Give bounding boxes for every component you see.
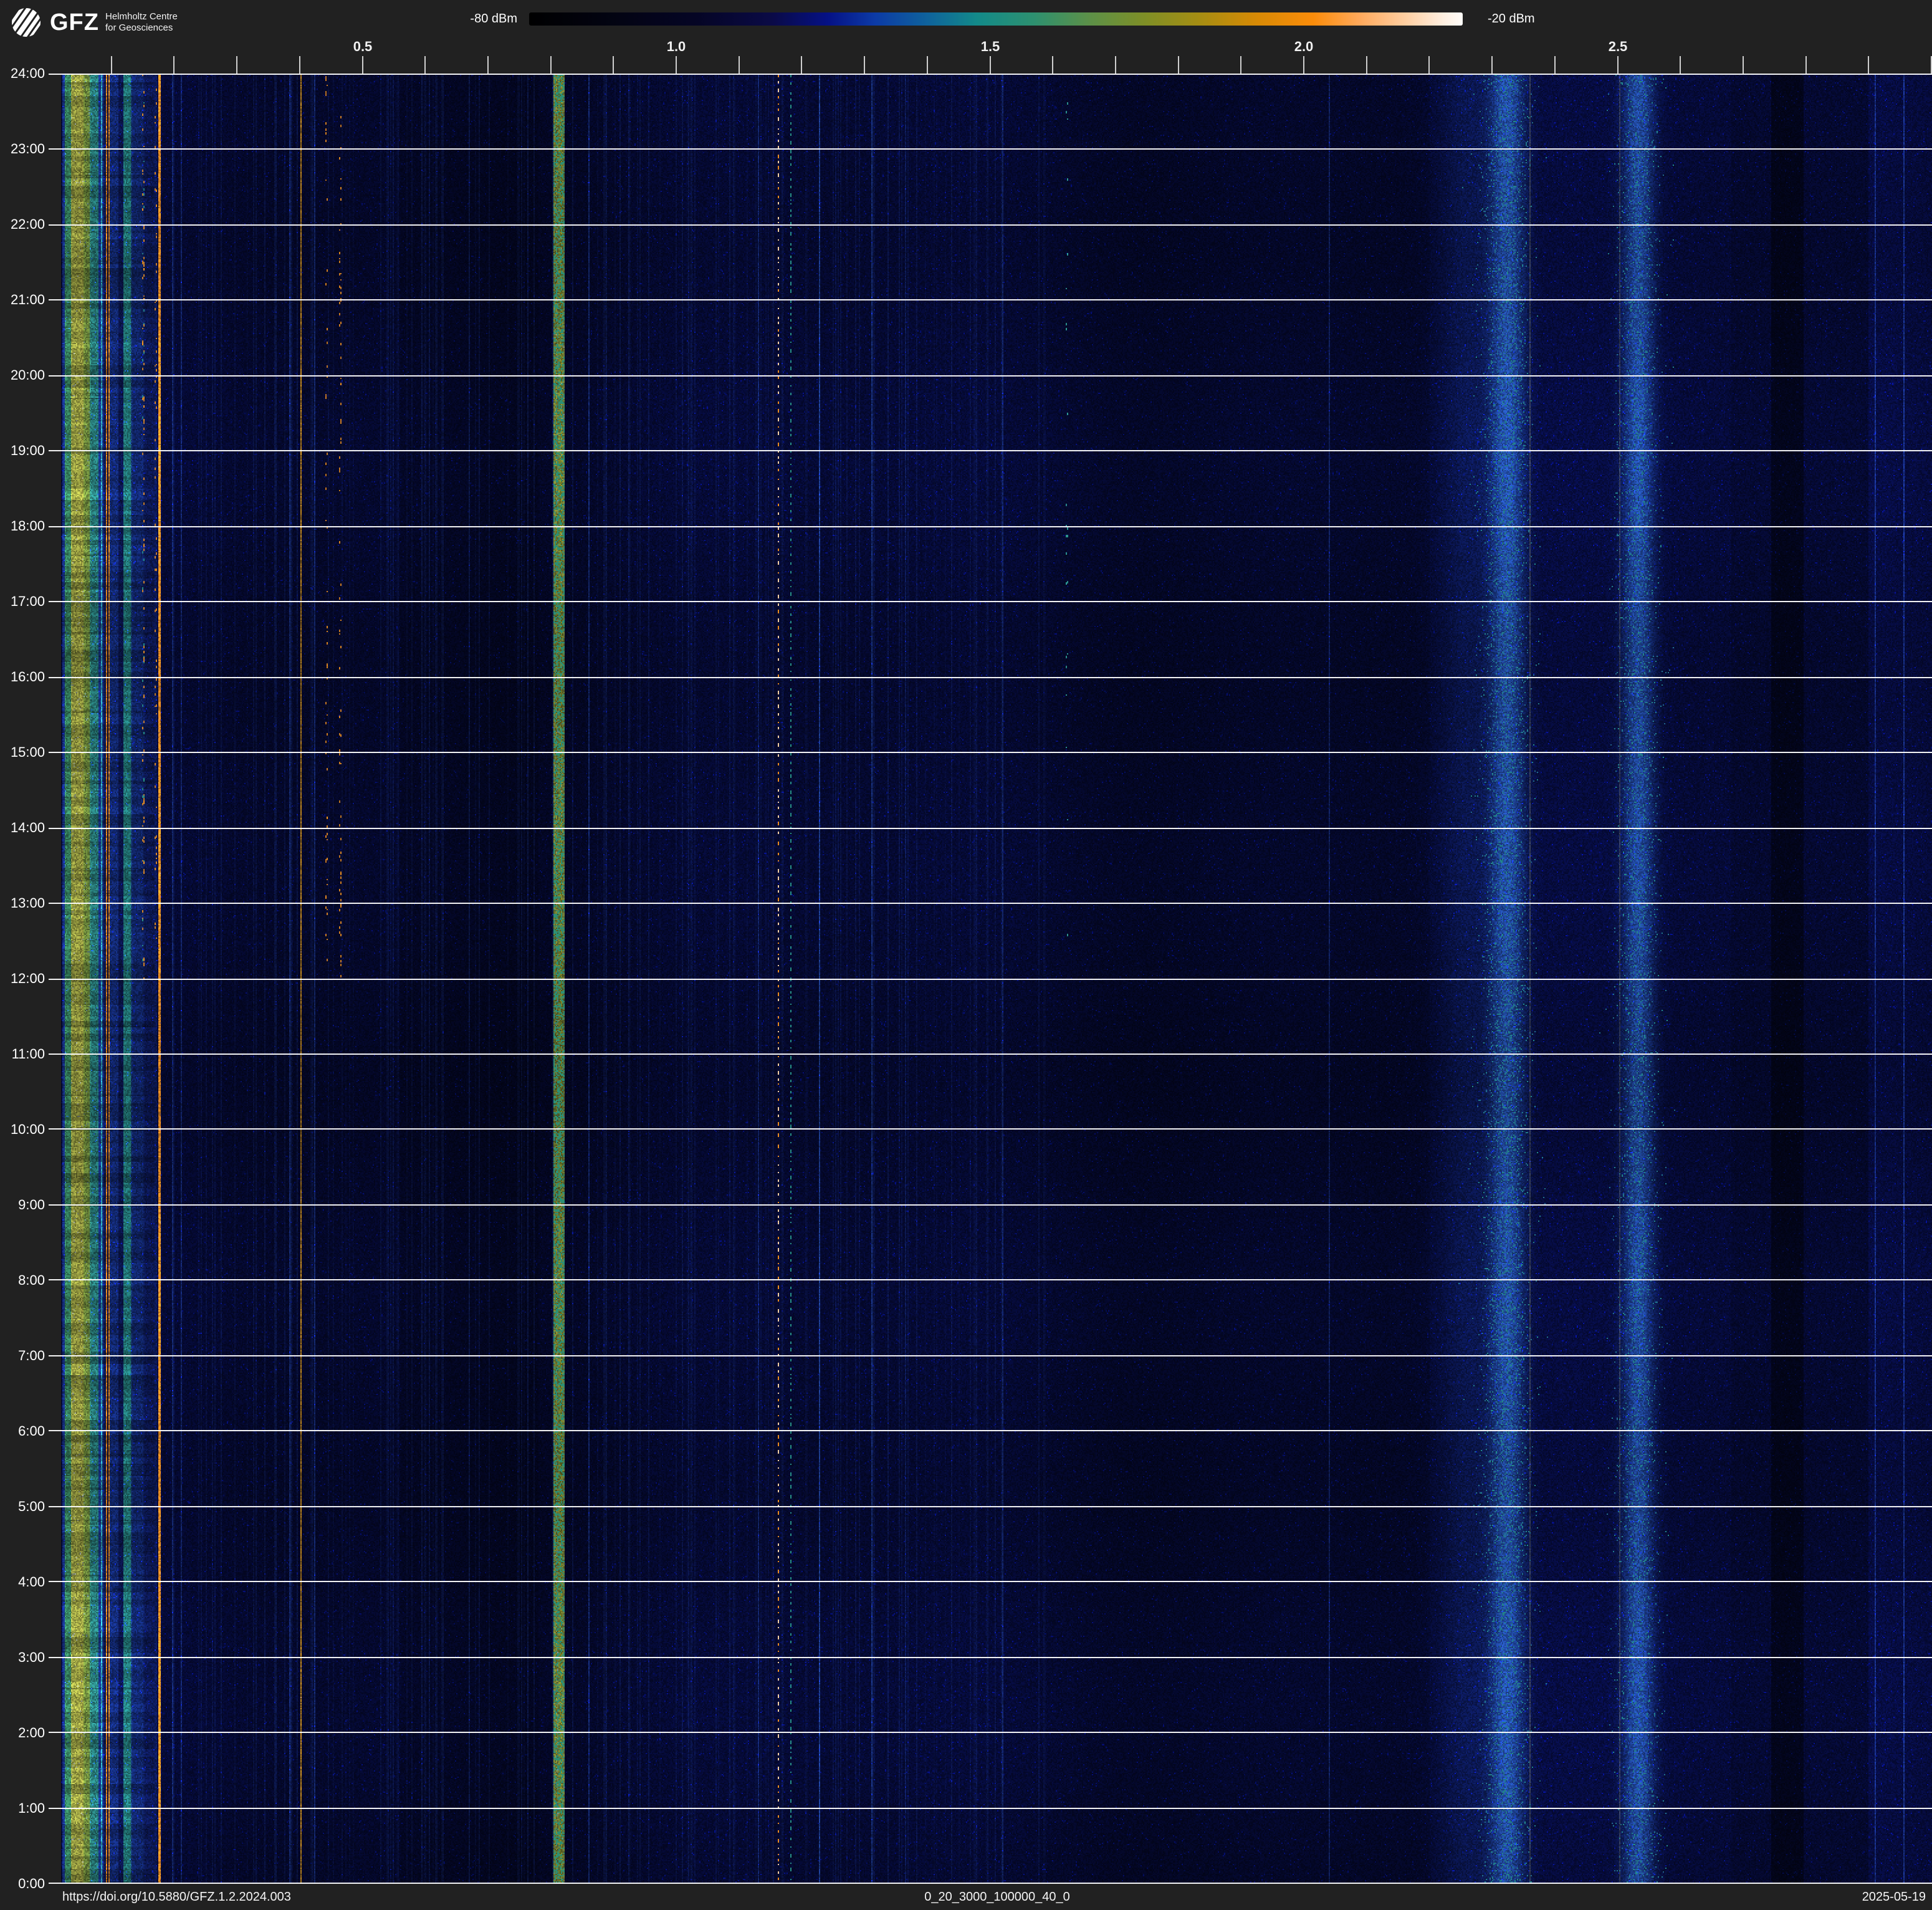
logo-subtitle: Helmholtz Centre for Geosciences — [105, 11, 178, 34]
measurement-parameters: 0_20_3000_100000_40_0 — [924, 1889, 1070, 1905]
y-axis-label: 2:00 — [0, 1725, 45, 1740]
y-axis-label: 14:00 — [0, 820, 45, 835]
logo-subtitle-line2: for Geosciences — [105, 22, 178, 34]
x-axis-tick — [613, 56, 614, 74]
gfz-logo: GFZ Helmholtz Centre for Geosciences — [11, 5, 178, 40]
x-axis-tick — [550, 56, 552, 74]
y-axis-label: 3:00 — [0, 1650, 45, 1665]
colorbar-max-label: -20 dBm — [1488, 12, 1612, 26]
y-axis-label: 18:00 — [0, 519, 45, 534]
y-axis-label: 1:00 — [0, 1801, 45, 1816]
spectrogram-canvas — [49, 74, 1932, 1884]
y-axis-label: 16:00 — [0, 669, 45, 684]
y-axis-label: 4:00 — [0, 1575, 45, 1590]
y-axis-label: 21:00 — [0, 292, 45, 307]
y-axis-label: 17:00 — [0, 594, 45, 609]
x-axis-label: 2.5 — [1593, 39, 1643, 55]
x-axis-tick — [1491, 56, 1493, 74]
x-axis-tick — [676, 56, 677, 74]
y-axis-label: 22:00 — [0, 217, 45, 232]
x-axis-tick — [362, 56, 363, 74]
doi-link[interactable]: https://doi.org/10.5880/GFZ.1.2.2024.003 — [62, 1889, 291, 1905]
x-axis-tick — [801, 56, 802, 74]
y-axis-label: 8:00 — [0, 1273, 45, 1288]
x-axis-tick — [739, 56, 740, 74]
spectrogram-page: GFZ Helmholtz Centre for Geosciences -80… — [0, 0, 1932, 1910]
x-axis-tick — [1178, 56, 1179, 74]
x-axis-tick — [487, 56, 489, 74]
gfz-logo-icon — [11, 7, 41, 37]
y-axis-label: 6:00 — [0, 1424, 45, 1439]
x-axis-tick — [299, 56, 300, 74]
x-axis-tick — [1805, 56, 1807, 74]
x-axis-tick — [1868, 56, 1869, 74]
x-axis-tick — [864, 56, 865, 74]
colorbar-min-label: -80 dBm — [399, 12, 517, 26]
x-axis-tick — [236, 56, 237, 74]
x-axis-tick — [1052, 56, 1053, 74]
x-axis-label: 1.0 — [651, 39, 701, 55]
colorbar — [529, 12, 1463, 26]
y-axis-label: 24:00 — [0, 66, 45, 81]
x-axis-tick — [1303, 56, 1304, 74]
x-axis-tick — [990, 56, 991, 74]
x-axis-tick — [1428, 56, 1430, 74]
y-axis-label: 7:00 — [0, 1348, 45, 1363]
logo-subtitle-line1: Helmholtz Centre — [105, 11, 178, 22]
y-axis-label: 11:00 — [0, 1047, 45, 1062]
y-axis-label: 20:00 — [0, 368, 45, 383]
x-axis-tick — [424, 56, 426, 74]
y-axis-label: 12:00 — [0, 971, 45, 986]
x-axis-tick — [1743, 56, 1744, 74]
x-axis-tick — [1617, 56, 1619, 74]
date-label: 2025-05-19 — [1862, 1889, 1926, 1905]
y-axis-label: 13:00 — [0, 896, 45, 911]
x-axis-label: 0.5 — [338, 39, 388, 55]
y-axis-label: 19:00 — [0, 443, 45, 458]
x-axis-tick — [1115, 56, 1116, 74]
y-axis-label: 0:00 — [0, 1876, 45, 1891]
y-axis-label: 10:00 — [0, 1122, 45, 1137]
x-axis-tick — [173, 56, 175, 74]
x-axis-tick — [1554, 56, 1556, 74]
x-axis-tick — [1680, 56, 1681, 74]
x-axis-tick — [1240, 56, 1241, 74]
x-axis-tick — [1366, 56, 1367, 74]
y-axis-label: 5:00 — [0, 1499, 45, 1514]
y-axis-label: 15:00 — [0, 745, 45, 760]
logo-acronym: GFZ — [50, 9, 99, 36]
x-axis-tick — [111, 56, 112, 74]
x-axis-label: 1.5 — [965, 39, 1015, 55]
x-axis-label: 2.0 — [1279, 39, 1329, 55]
y-axis-label: 23:00 — [0, 142, 45, 156]
y-axis-label: 9:00 — [0, 1197, 45, 1212]
x-axis-tick — [927, 56, 928, 74]
